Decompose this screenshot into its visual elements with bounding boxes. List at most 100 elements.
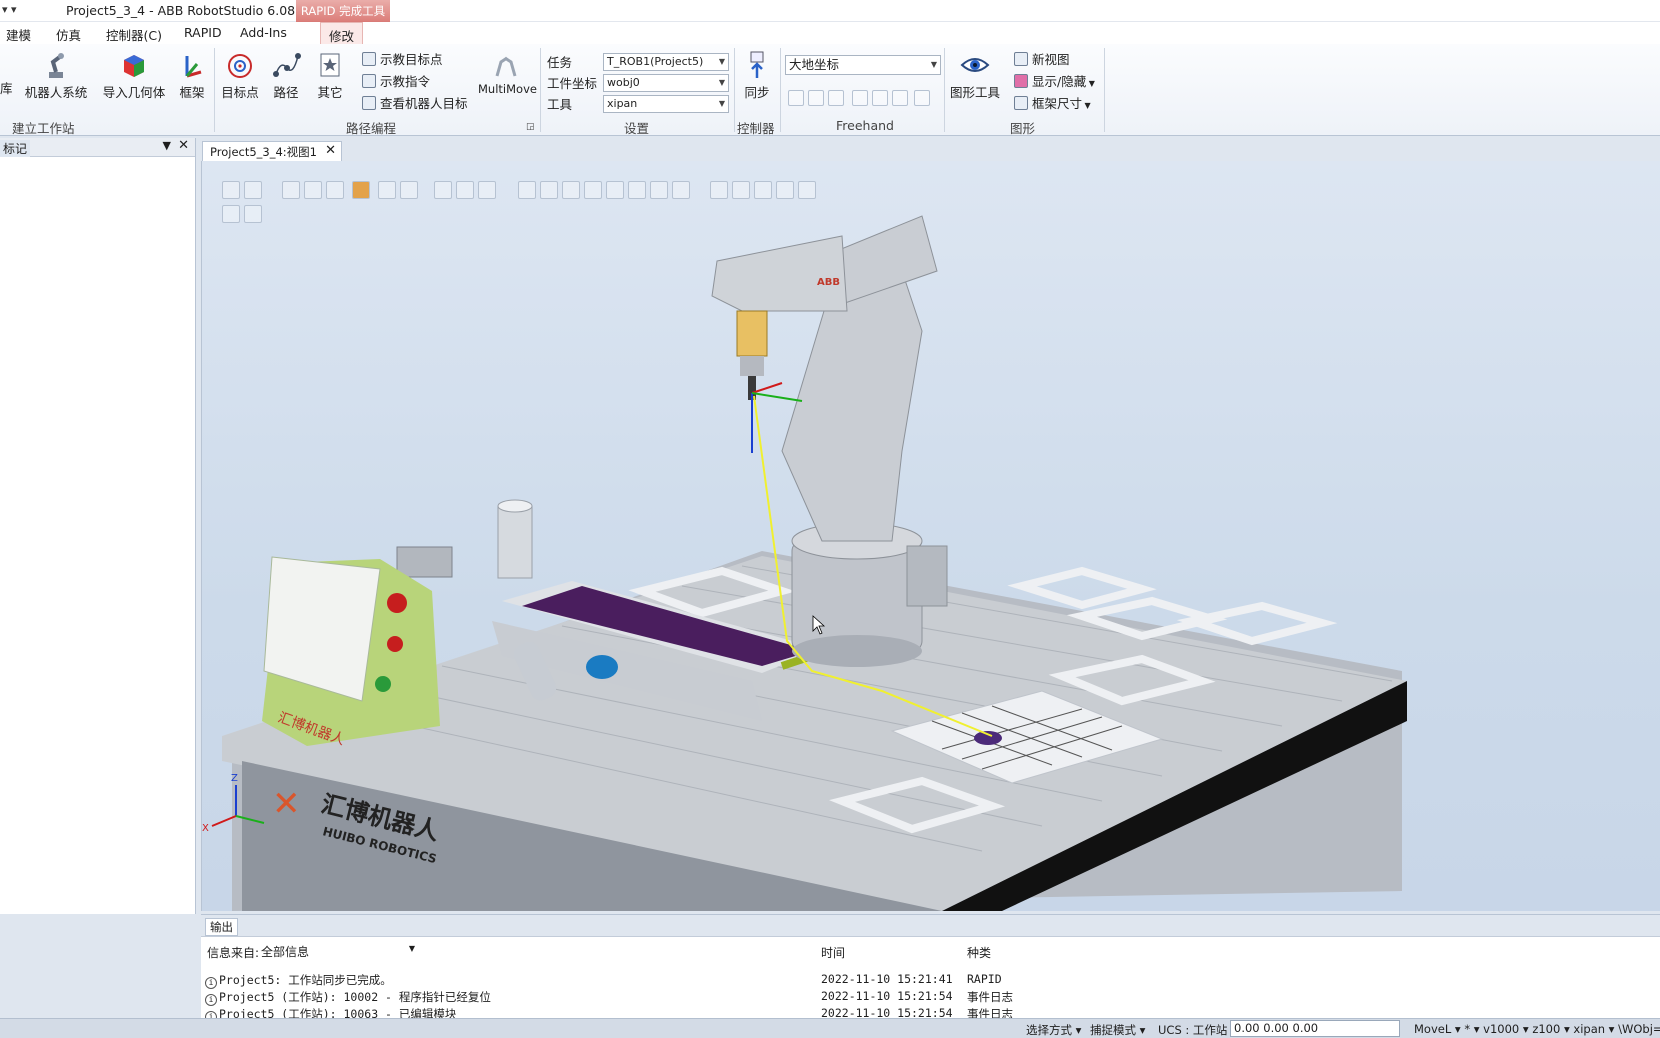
document-tab-label: Project5_3_4:视图1 [210,145,317,159]
new-view-icon [1014,52,1028,66]
path-icon [273,53,301,77]
close-icon[interactable]: ✕ [325,143,336,158]
info-icon: i [205,977,217,989]
ribbon-separator [944,48,945,132]
chevron-down-icon: ▼ [930,60,937,69]
3d-viewport[interactable]: 汇博机器人 汇博机器人 HUIBO ROBOTICS ✕ ABB Z X [201,161,1660,911]
tab-add-ins[interactable]: Add-Ins [240,25,287,40]
chevron-down-icon: ▼ [718,78,725,87]
filter-label: 信息来自: [207,946,260,960]
jog-linear-icon[interactable] [852,90,868,106]
tags-panel-title: 标记 [0,140,31,157]
chevron-down-icon: ▼ [1082,101,1091,110]
ribbon-separator [540,48,541,132]
chevron-down-icon: ▼ [718,99,725,108]
geometry-cube-icon [124,55,144,77]
ribbon-separator [734,48,735,132]
document-tab[interactable]: Project5_3_4:视图1 ✕ [202,141,342,161]
reference-coord-combo[interactable]: 大地坐标 ▼ [785,55,941,75]
library-button[interactable]: 库 [0,78,13,97]
tags-panel: 标记 ▼ ✕ [0,138,196,914]
target-button[interactable]: 目标点 [220,50,260,101]
tool-combo[interactable]: xipan ▼ [603,95,729,113]
robot-abb-logo: ABB [817,277,840,288]
frame-button[interactable]: 框架 [172,50,212,101]
axis-x-label: X [202,823,209,834]
task-combo[interactable]: T_ROB1(Project5) ▼ [603,53,729,71]
group-label-build-station: 建立工作站 [12,121,75,136]
snap-mode-dropdown[interactable]: 捕捉模式 ▾ [1090,1022,1145,1038]
eye-icon [960,58,990,72]
other-button[interactable]: 其它 [312,50,348,101]
chevron-down-icon: ▼ [1086,79,1095,88]
task-label: 任务 [547,55,573,70]
graphics-tools-button[interactable]: 图形工具 [948,50,1002,101]
ucs-indicator: UCS : 工作站 [1158,1023,1228,1037]
ribbon-separator [214,48,215,132]
tool-label: 工具 [547,97,573,112]
frame-size-button[interactable]: 框架尺寸 ▼ [1014,94,1091,113]
teach-instruction-icon [362,74,376,88]
chevron-down-icon: ▼ [408,944,415,953]
view-robot-target-button[interactable]: 查看机器人目标 [362,94,468,113]
tab-rapid[interactable]: RAPID [184,25,222,40]
star-icon [320,53,340,77]
robot-arm-icon [49,53,64,78]
new-view-button[interactable]: 新视图 [1014,50,1070,69]
wobj-label: 工件坐标 [547,76,598,91]
group-label-path-programming: 路径编程 [346,121,397,136]
ribbon-separator [1104,48,1105,132]
quick-access-toolbar[interactable]: ▾ ▾ [2,3,17,16]
station-scene: 汇博机器人 汇博机器人 HUIBO ROBOTICS ✕ ABB Z X [202,215,1407,911]
move-icon[interactable] [788,90,804,106]
log-row[interactable]: i Project5 (工作站): 10002 - 程序指针已经复位 2022-1… [205,989,1645,1006]
multi-robot-jog-icon[interactable] [914,90,930,106]
import-geometry-button[interactable]: 导入几何体 [100,50,168,101]
window-title: Project5_3_4 - ABB RobotStudio 6.08 [66,3,296,18]
coordinate-readout[interactable]: 0.00 0.00 0.00 [1230,1020,1400,1037]
jog-reorient-icon[interactable] [872,90,888,106]
rotate-icon[interactable] [808,90,824,106]
jog-tool-icon[interactable] [892,90,908,106]
filter-combo[interactable]: 全部信息 ▼ [261,943,417,961]
teach-instruction-button[interactable]: 示教指令 [362,72,430,91]
robot-system-button[interactable]: 机器人系统 [22,50,90,101]
teach-target-button[interactable]: 示教目标点 [362,50,443,69]
output-tab-header: 输出 [201,915,1660,937]
instruction-template-settings[interactable]: MoveL ▾ * ▾ v1000 ▾ z100 ▾ xipan ▾ \WObj… [1414,1022,1660,1036]
tab-modeling[interactable]: 建模 [6,25,31,44]
context-tab-rapid-tools[interactable]: RAPID 完成工具 [296,0,390,22]
column-header-time[interactable]: 时间 [821,944,845,961]
info-icon: i [205,994,217,1006]
path-button[interactable]: 路径 [268,50,304,101]
log-row[interactable]: i Project5: 工作站同步已完成。 2022-11-10 15:21:41… [205,972,1645,989]
close-icon[interactable]: ✕ [178,138,189,153]
brand-logo-mark: ✕ [272,784,301,824]
status-bar: 选择方式 ▾ 捕捉模式 ▾ UCS : 工作站 0.00 0.00 0.00 M… [0,1018,1660,1038]
wobj-combo[interactable]: wobj0 ▼ [603,74,729,92]
tab-modify[interactable]: 修改 [320,22,364,44]
ribbon-separator [780,48,781,132]
jog-joint-icon[interactable] [828,90,844,106]
tab-controller[interactable]: 控制器(C) [106,25,162,44]
output-tab[interactable]: 输出 [205,918,238,936]
teach-target-icon [362,52,376,66]
ribbon-tabs: 建模 仿真 控制器(C) RAPID Add-Ins 修改 [0,22,1660,44]
multimove-icon [495,56,517,77]
title-bar: ▾ ▾ Project5_3_4 - ABB RobotStudio 6.08 … [0,0,1660,22]
tags-panel-header: 标记 ▼ ✕ [0,138,195,157]
sync-button[interactable]: 同步 [740,50,774,101]
dialog-launcher-icon[interactable]: ◲ [526,122,535,132]
tab-simulation[interactable]: 仿真 [56,25,81,44]
show-hide-button[interactable]: 显示/隐藏 ▼ [1014,72,1095,91]
column-header-type[interactable]: 种类 [967,944,991,961]
pin-dropdown-icon[interactable]: ▼ [163,139,171,152]
output-panel: 输出 信息来自: 全部信息 ▼ 时间 种类 i Project5: 工作站同步已完… [201,914,1660,1023]
sync-icon [750,51,764,78]
multimove-button[interactable]: MultiMove [478,50,537,96]
view-robot-target-icon [362,96,376,110]
chevron-down-icon: ▼ [718,57,725,66]
selection-mode-dropdown[interactable]: 选择方式 ▾ [1026,1022,1081,1038]
target-icon [228,54,252,78]
eraser-icon [1014,74,1028,88]
